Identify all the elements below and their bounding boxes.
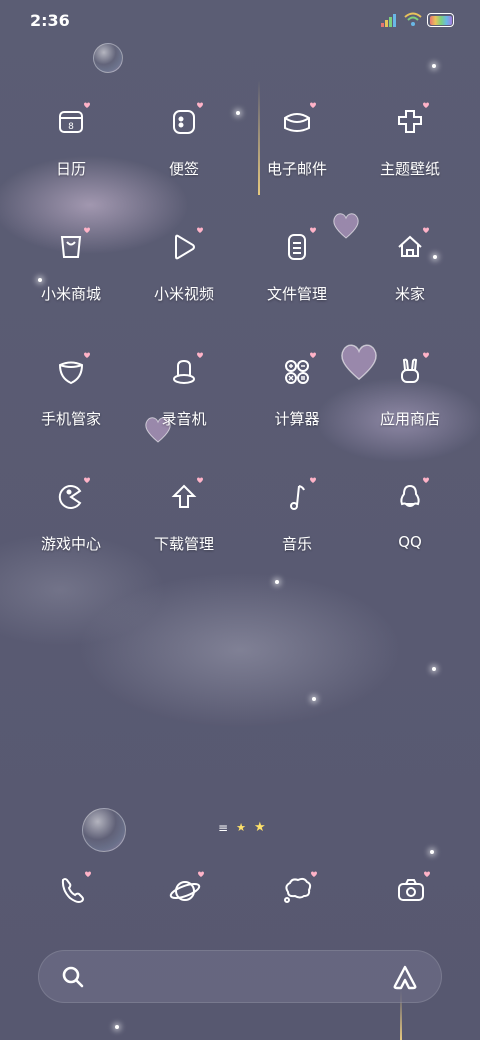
app-label: QQ xyxy=(398,533,422,551)
camera-icon[interactable] xyxy=(391,870,431,910)
search-bar[interactable] xyxy=(38,950,442,1003)
app-calendar[interactable]: 8 日历 xyxy=(16,96,126,206)
star-decoration xyxy=(432,667,436,671)
app-store-icon xyxy=(390,352,430,392)
app-app-store[interactable]: 应用商店 xyxy=(355,346,465,456)
messages-icon[interactable] xyxy=(278,870,318,910)
app-email[interactable]: 电子邮件 xyxy=(242,96,352,206)
app-game-center[interactable]: 游戏中心 xyxy=(16,471,126,581)
wifi-icon xyxy=(404,12,422,26)
page-menu-icon: ≡ xyxy=(218,821,229,835)
clock: 2:36 xyxy=(30,11,70,30)
app-notes[interactable]: 便签 xyxy=(129,96,239,206)
app-downloads[interactable]: 下载管理 xyxy=(129,471,239,581)
file-manager-icon xyxy=(277,227,317,267)
music-icon xyxy=(277,477,317,517)
star-decoration xyxy=(430,850,434,854)
app-label: 游戏中心 xyxy=(40,535,101,553)
app-mi-video[interactable]: 小米视频 xyxy=(129,221,239,331)
app-label: 计算器 xyxy=(274,410,320,428)
search-icon xyxy=(62,966,84,988)
page-dot-active-icon: ★ xyxy=(253,820,266,835)
bubble-decoration xyxy=(93,43,123,73)
downloads-icon xyxy=(164,477,204,517)
star-decoration xyxy=(432,64,436,68)
app-qq[interactable]: QQ xyxy=(355,471,465,581)
search-input[interactable] xyxy=(99,965,379,989)
app-label: 手机管家 xyxy=(40,410,101,428)
app-recorder[interactable]: 录音机 xyxy=(129,346,239,456)
app-file-manager[interactable]: 文件管理 xyxy=(242,221,352,331)
app-music[interactable]: 音乐 xyxy=(242,471,352,581)
app-label: 日历 xyxy=(55,160,86,178)
app-mi-store[interactable]: 小米商城 xyxy=(16,221,126,331)
app-calculator[interactable]: 计算器 xyxy=(242,346,352,456)
themes-icon xyxy=(390,102,430,142)
app-security[interactable]: 手机管家 xyxy=(16,346,126,456)
mi-store-icon xyxy=(51,227,91,267)
star-decoration xyxy=(115,1025,119,1029)
browser-planet-icon[interactable] xyxy=(165,870,205,910)
mi-video-icon xyxy=(164,227,204,267)
app-label: 文件管理 xyxy=(266,285,327,303)
bubble-decoration xyxy=(82,808,126,852)
notes-icon xyxy=(164,102,204,142)
app-label: 电子邮件 xyxy=(266,160,327,178)
signal-icon xyxy=(381,14,396,27)
calendar-icon: 8 xyxy=(51,102,91,142)
status-bar: 2:36 xyxy=(0,0,480,42)
xiao-ai-assistant-icon[interactable] xyxy=(391,963,419,991)
app-label: 应用商店 xyxy=(379,410,440,428)
game-center-icon xyxy=(51,477,91,517)
star-decoration xyxy=(312,697,316,701)
phone-icon[interactable] xyxy=(52,870,92,910)
qq-icon xyxy=(390,477,430,517)
app-mi-home[interactable]: 米家 xyxy=(355,221,465,331)
page-indicator[interactable]: ≡ ★ ★ xyxy=(218,820,266,836)
app-label: 音乐 xyxy=(281,535,312,553)
app-label: 下载管理 xyxy=(153,535,214,553)
calculator-icon xyxy=(277,352,317,392)
mi-home-icon xyxy=(390,227,430,267)
email-icon xyxy=(277,102,317,142)
app-label: 录音机 xyxy=(161,410,207,428)
app-label: 主题壁纸 xyxy=(379,160,440,178)
app-label: 便签 xyxy=(168,160,199,178)
app-label: 小米视频 xyxy=(153,285,214,303)
app-label: 米家 xyxy=(394,285,425,303)
app-label: 小米商城 xyxy=(40,285,101,303)
battery-icon xyxy=(427,13,454,27)
calendar-date: 8 xyxy=(68,122,74,132)
security-icon xyxy=(51,352,91,392)
app-themes[interactable]: 主题壁纸 xyxy=(355,96,465,206)
page-dot-icon: ★ xyxy=(236,821,246,834)
recorder-icon xyxy=(164,352,204,392)
